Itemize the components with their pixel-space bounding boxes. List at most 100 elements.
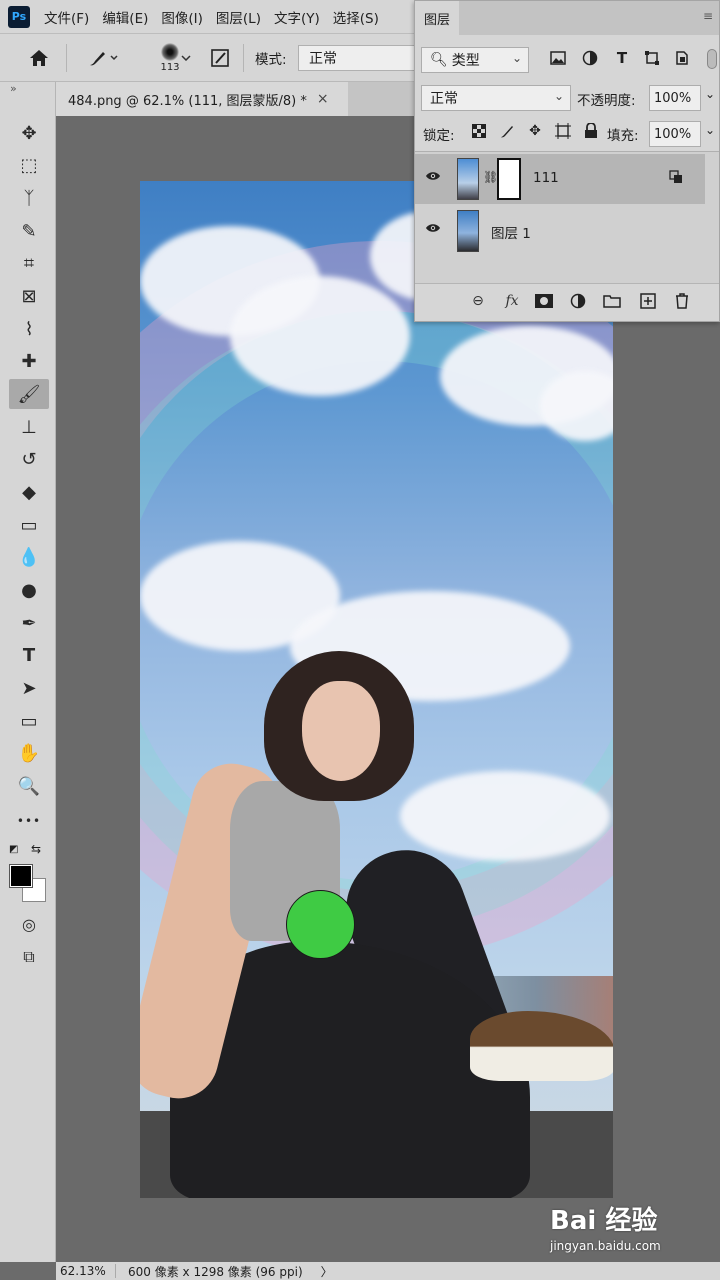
document-size-info: 600 像素 x 1298 像素 (96 ppi) (128, 1264, 303, 1279)
mode-label: 模式: (255, 52, 287, 68)
stamp-tool[interactable]: ⊥ (9, 412, 49, 442)
layer-thumbnail[interactable] (457, 158, 479, 200)
home-button[interactable] (22, 34, 56, 82)
type-filter-icon[interactable]: T (611, 47, 633, 69)
fx-icon[interactable]: fx (501, 290, 523, 312)
shape-filter-icon[interactable] (641, 47, 663, 69)
photoshop-logo: Ps (8, 5, 30, 28)
brush-icon (90, 52, 118, 66)
lock-all-icon[interactable] (581, 121, 601, 141)
lock-position-icon[interactable]: ✥ (525, 121, 545, 141)
blend-mode-select[interactable]: 正常 ⌄ (421, 85, 571, 111)
menu-select[interactable]: 选择(S) (333, 7, 379, 27)
zoom-tool[interactable]: 🔍 (9, 771, 49, 801)
brush-tool[interactable]: 🖌 (9, 379, 49, 409)
zoom-level[interactable]: 62.13% (56, 1264, 116, 1278)
document-image[interactable] (140, 181, 613, 1198)
fill-input[interactable]: 100% (649, 121, 701, 147)
adjustment-filter-icon[interactable] (579, 47, 601, 69)
eye-icon[interactable] (425, 170, 441, 185)
link-icon[interactable]: ⊖ (467, 290, 489, 312)
smart-object-filter-icon[interactable] (671, 47, 693, 69)
foreground-color-swatch[interactable] (9, 864, 33, 888)
lock-label: 锁定: (423, 128, 455, 144)
eyedropper-tool[interactable]: ⌇ (9, 314, 49, 344)
lock-transparent-pixels-icon[interactable] (469, 121, 489, 141)
lock-artboard-icon[interactable] (553, 121, 573, 141)
layer-name[interactable]: 111 (533, 170, 559, 186)
brush-size-value: 113 (160, 62, 180, 73)
brush-size-dropdown[interactable] (178, 34, 194, 82)
history-brush-tool[interactable]: ↺ (9, 444, 49, 474)
layers-panel-tabbar: 图层 ≡ (415, 1, 719, 35)
document-tab[interactable]: 484.png @ 62.1% (111, 图层蒙版/8) * × (56, 82, 348, 116)
baidu-jingyan-watermark: Bai 经验 jingyan.baidu.com (550, 1200, 710, 1270)
swap-colors-icon[interactable]: ⇆ (31, 842, 41, 856)
menu-type[interactable]: 文字(Y) (274, 7, 320, 27)
more-tools[interactable]: ••• (9, 806, 49, 836)
type-tool[interactable]: T (9, 640, 49, 670)
layer-row-layer-1[interactable]: 图层 1 (415, 206, 705, 256)
eraser-tool[interactable]: ◆ (9, 477, 49, 507)
mask-icon[interactable] (533, 290, 555, 312)
opacity-input[interactable]: 100% (649, 85, 701, 111)
blur-tool[interactable]: 💧 (9, 542, 49, 572)
default-colors-icon[interactable]: ◩ (9, 844, 18, 855)
fill-label: 填充: (607, 128, 639, 144)
eye-icon[interactable] (425, 222, 441, 237)
move-tool[interactable]: ✥ (9, 118, 49, 148)
frame-tool[interactable]: ⊠ (9, 281, 49, 311)
toggle-brush-settings-button[interactable] (205, 34, 235, 82)
rectangle-tool[interactable]: ▭ (9, 706, 49, 736)
quick-select-tool[interactable]: ✎ (9, 216, 49, 246)
lock-image-pixels-icon[interactable] (497, 121, 517, 141)
home-icon (30, 50, 48, 66)
chain-link-icon[interactable]: ⛓ (483, 170, 498, 184)
quick-mask-button[interactable]: ◎ (9, 909, 49, 939)
panel-menu-icon[interactable]: ≡ (703, 9, 713, 23)
pen-tool[interactable]: ✒ (9, 608, 49, 638)
gradient-tool[interactable]: ▭ (9, 510, 49, 540)
layers-panel: 图层 ≡ 🔍︎ 类型 ⌄ T 正常 ⌄ 不透明度: 100% ⌄ 锁定: ✥ 填… (414, 0, 720, 322)
chevron-down-icon: ⌄ (553, 89, 564, 103)
layer-mask-thumbnail[interactable] (497, 158, 521, 200)
cloud (400, 771, 610, 861)
lasso-tool[interactable]: ᛉ (9, 183, 49, 213)
collapse-toolbar-button[interactable]: » (10, 82, 17, 95)
search-icon: 🔍︎ (430, 52, 448, 68)
dodge-tool[interactable]: ● (9, 575, 49, 605)
healing-tool[interactable]: ✚ (9, 346, 49, 376)
adjustment-icon[interactable] (567, 290, 589, 312)
trash-icon[interactable] (671, 290, 693, 312)
layer-name[interactable]: 图层 1 (491, 222, 531, 242)
layer-thumbnail[interactable] (457, 210, 479, 252)
layer-filter-kind-value: 类型 (451, 53, 480, 69)
new-layer-icon[interactable] (637, 290, 659, 312)
menu-file[interactable]: 文件(F) (44, 7, 89, 27)
marquee-tool[interactable]: ⬚ (9, 150, 49, 180)
menu-layer[interactable]: 图层(L) (216, 7, 261, 27)
menu-edit[interactable]: 编辑(E) (102, 7, 148, 27)
brush-preset-picker[interactable] (80, 34, 126, 82)
figure-face (302, 681, 380, 781)
layer-row-111[interactable]: ⛓ 111 (415, 154, 705, 204)
hand-tool[interactable]: ✋ (9, 738, 49, 768)
tab-layers[interactable]: 图层 (415, 1, 459, 35)
path-select-tool[interactable]: ➤ (9, 673, 49, 703)
crop-tool[interactable]: ⌗ (9, 248, 49, 278)
filter-toggle[interactable] (707, 49, 717, 69)
chevron-down-icon: ⌄ (511, 51, 522, 65)
mode-select[interactable]: 正常 (298, 45, 428, 71)
status-menu-arrow[interactable]: 〉 (321, 1263, 333, 1280)
menu-image[interactable]: 图像(I) (161, 7, 203, 27)
image-filter-icon[interactable] (547, 47, 569, 69)
screen-mode-button[interactable]: ⧉ (9, 942, 49, 972)
document-tab-title: 484.png @ 62.1% (111, 图层蒙版/8) * (68, 93, 307, 109)
chevron-down-icon[interactable]: ⌄ (705, 87, 715, 101)
layer-filter-kind-select[interactable]: 🔍︎ 类型 ⌄ (421, 47, 529, 73)
watermark-url: jingyan.baidu.com (550, 1239, 661, 1253)
folder-icon[interactable] (601, 290, 623, 312)
close-icon[interactable]: × (317, 91, 329, 107)
chevron-down-icon[interactable]: ⌄ (705, 123, 715, 137)
layers-list: ⛓ 111 图层 1 (415, 151, 719, 283)
